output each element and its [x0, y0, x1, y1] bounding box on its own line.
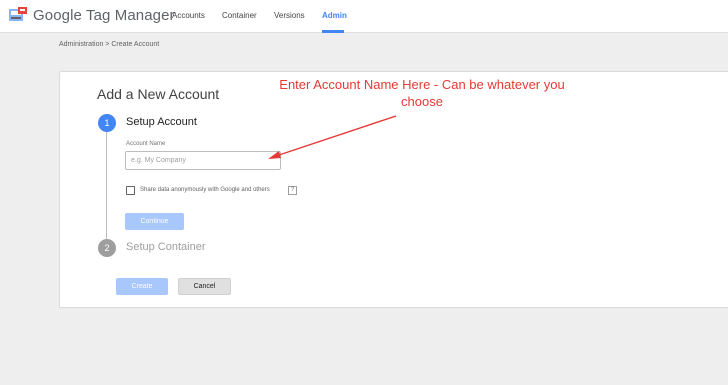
- annotation-arrow-icon: [268, 115, 397, 159]
